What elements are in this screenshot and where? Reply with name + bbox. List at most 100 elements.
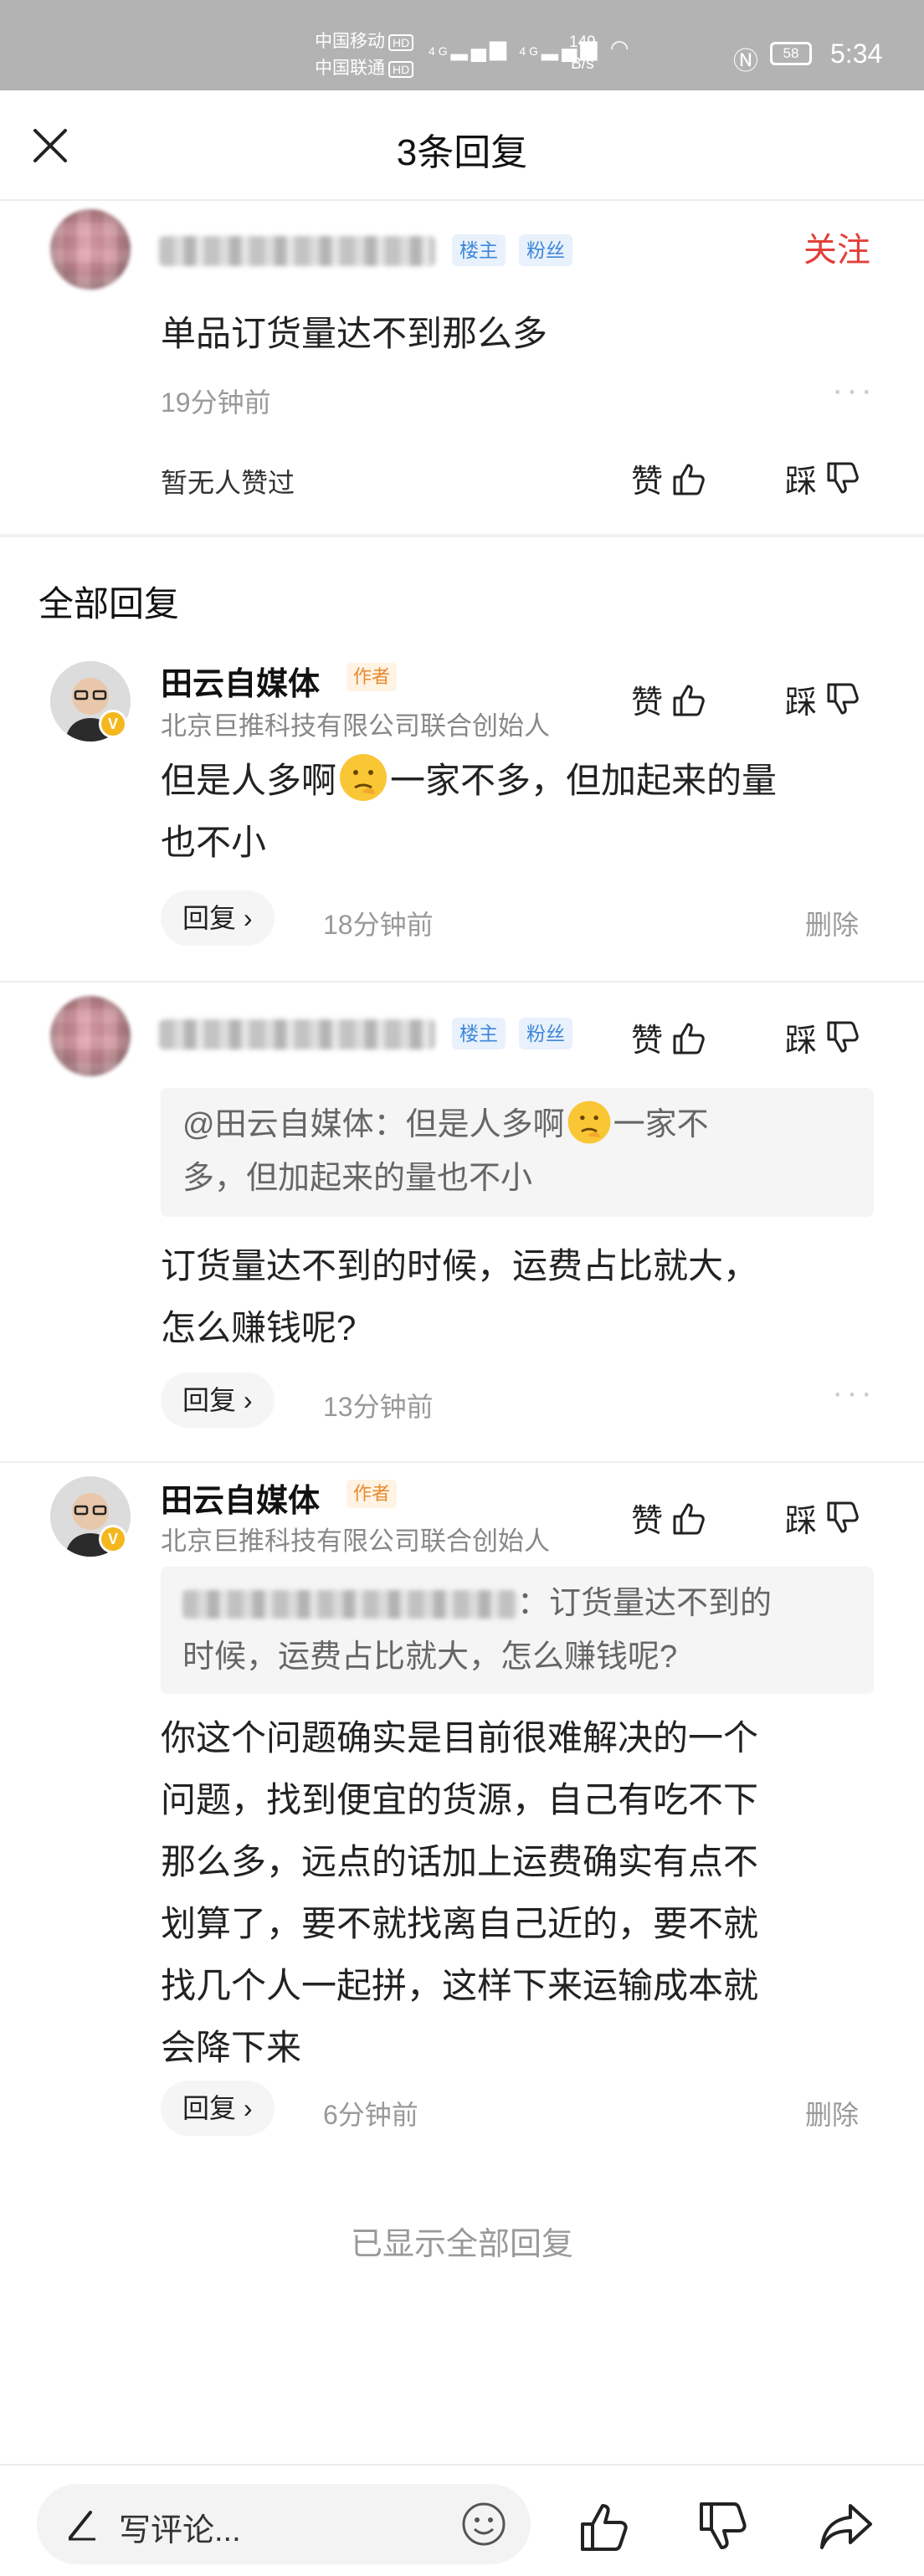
delete-button[interactable]: 删除: [805, 904, 859, 942]
dislike-label: 踩: [785, 1024, 818, 1059]
like-label: 赞: [631, 1504, 664, 1539]
no-likes-text: 暂无人赞过: [161, 468, 295, 498]
hd-badge: HD: [388, 34, 414, 51]
thumbs-down-icon: [827, 1501, 859, 1532]
dislike-label: 踩: [785, 685, 818, 721]
username-blurred[interactable]: [159, 236, 435, 266]
emoji-icon[interactable]: [460, 2501, 507, 2548]
divider: [0, 1461, 924, 1463]
reply-text-line: 问题，找到便宜的货源，自己有吃不下: [161, 1780, 759, 1819]
dislike-button[interactable]: 踩: [785, 676, 862, 722]
thumbs-down-icon: [827, 683, 859, 714]
battery-icon: 58: [770, 42, 812, 65]
comment-time: 19分钟前: [161, 387, 271, 418]
reply-label: 回复: [182, 1385, 237, 1415]
tag-fan: 粉丝: [519, 234, 572, 266]
quoted-username-blurred: [182, 1590, 517, 1619]
comment-text: 单品订货量达不到那么多: [161, 314, 548, 353]
avatar[interactable]: [50, 209, 131, 290]
reply-time: 18分钟前: [323, 910, 434, 940]
thumbs-down-icon: [827, 462, 859, 493]
like-label: 赞: [631, 1024, 664, 1059]
carrier-2: 中国联通: [315, 59, 385, 78]
author-title: 北京巨推科技有限公司联合创始人: [161, 1527, 550, 1556]
quote-text-part: 一家不: [613, 1107, 709, 1142]
reply-button[interactable]: 回复 ›: [161, 890, 275, 946]
author-badge: 作者: [346, 663, 398, 691]
quoted-reply[interactable]: @田云自媒体：但是人多啊 一家不 多，但加起来的量也不小: [161, 1088, 874, 1217]
quote-text-part: 多，但加起来的量也不小: [182, 1161, 533, 1196]
net-type: 4G: [429, 44, 451, 58]
dislike-button[interactable]: 踩: [785, 1014, 862, 1060]
thumbs-down-icon: [827, 1021, 859, 1052]
more-icon[interactable]: ···: [832, 372, 875, 409]
reply-text-line: 划算了，要不就找离自己近的，要不就: [161, 1904, 759, 1943]
quote-text-part: ：订货量达不到的: [517, 1586, 773, 1621]
reply-button[interactable]: 回复 ›: [161, 2081, 275, 2136]
like-label: 赞: [631, 464, 664, 500]
username-blurred[interactable]: [159, 1019, 435, 1049]
thumbs-up-icon: [673, 1503, 705, 1534]
avatar[interactable]: [50, 996, 131, 1076]
reply-text-part: 也不小: [161, 823, 267, 862]
dislike-label: 踩: [785, 464, 818, 500]
reply-text-line: 会降下来: [161, 2028, 302, 2067]
thumbs-down-icon[interactable]: [696, 2499, 752, 2554]
pen-icon: [69, 2511, 95, 2541]
carrier-1: 中国移动: [315, 32, 385, 51]
thumbs-up-icon: [673, 1023, 705, 1054]
signal-icons: 4G▂▄▆ 4G▂▄▆ ◠: [429, 35, 632, 61]
comment-placeholder: 写评论...: [119, 2513, 241, 2548]
more-icon[interactable]: ···: [832, 1374, 875, 1412]
end-of-replies: 已显示全部回复: [350, 2227, 573, 2262]
verified-badge-icon: V: [99, 1525, 127, 1553]
section-title: 全部回复: [38, 584, 180, 623]
wifi-icon: ◠: [609, 35, 633, 60]
reply-text-part: 但是人多啊: [161, 761, 337, 800]
reply-text: 订货量达不到的时候，运费占比就大， 怎么赚钱呢?: [161, 1235, 880, 1359]
speed-unit: B/s: [571, 55, 594, 73]
follow-button[interactable]: 关注: [803, 223, 870, 271]
chevron-right-icon: ›: [236, 2093, 253, 2123]
like-button[interactable]: 赞: [631, 455, 708, 501]
nfc-icon: Ⓝ: [733, 48, 758, 75]
dislike-button[interactable]: 踩: [785, 1495, 862, 1541]
reply-button[interactable]: 回复 ›: [161, 1373, 275, 1428]
clock: 5:34: [830, 38, 883, 69]
reply-text-line: 怎么赚钱呢?: [161, 1308, 357, 1347]
tag-fan: 粉丝: [519, 1018, 572, 1049]
like-button[interactable]: 赞: [631, 1014, 708, 1060]
header: 3条回复: [0, 90, 924, 201]
chevron-right-icon: ›: [236, 903, 253, 933]
battery-level: 58: [783, 45, 799, 61]
reply-text: 你这个问题确实是目前很难解决的一个 问题，找到便宜的货源，自己有吃不下 那么多，…: [161, 1707, 897, 2079]
reply-label: 回复: [182, 903, 237, 933]
divider: [0, 981, 924, 983]
signal-icon: ▂▄▆: [450, 35, 511, 60]
thumbs-up-icon[interactable]: [578, 2499, 633, 2554]
comment-input[interactable]: 写评论...: [37, 2484, 531, 2564]
reply-text-line: 你这个问题确实是目前很难解决的一个: [161, 1718, 759, 1758]
thumbs-up-icon: [673, 464, 705, 495]
like-label: 赞: [631, 685, 664, 721]
reply-text-part: 一家不多，但加起来的量: [390, 761, 778, 800]
dislike-button[interactable]: 踩: [785, 455, 862, 501]
reply-text-line: 订货量达不到的时候，运费占比就大，: [161, 1246, 759, 1285]
reply-text-line: 找几个人一起拼，这样下来运输成本就: [161, 1966, 759, 2005]
quoted-reply[interactable]: ：订货量达不到的 时候，运费占比就大，怎么赚钱呢?: [161, 1567, 874, 1694]
author-name[interactable]: 田云自媒体: [161, 658, 320, 704]
reply-label: 回复: [182, 2093, 237, 2123]
tag-poster: 楼主: [452, 1018, 506, 1049]
author-badge: 作者: [346, 1480, 398, 1508]
thinking-emoji-icon: [340, 754, 388, 801]
dislike-label: 踩: [785, 1504, 818, 1539]
thinking-emoji-icon: [567, 1101, 610, 1144]
net-type: 4G: [519, 44, 542, 58]
author-name[interactable]: 田云自媒体: [161, 1475, 320, 1521]
like-button[interactable]: 赞: [631, 1495, 708, 1541]
page-title: 3条回复: [396, 132, 528, 173]
carrier-info: 中国移动 HD 中国联通 HD: [315, 28, 414, 82]
delete-button[interactable]: 删除: [805, 2094, 859, 2132]
like-button[interactable]: 赞: [631, 676, 708, 722]
share-icon[interactable]: [819, 2499, 874, 2554]
